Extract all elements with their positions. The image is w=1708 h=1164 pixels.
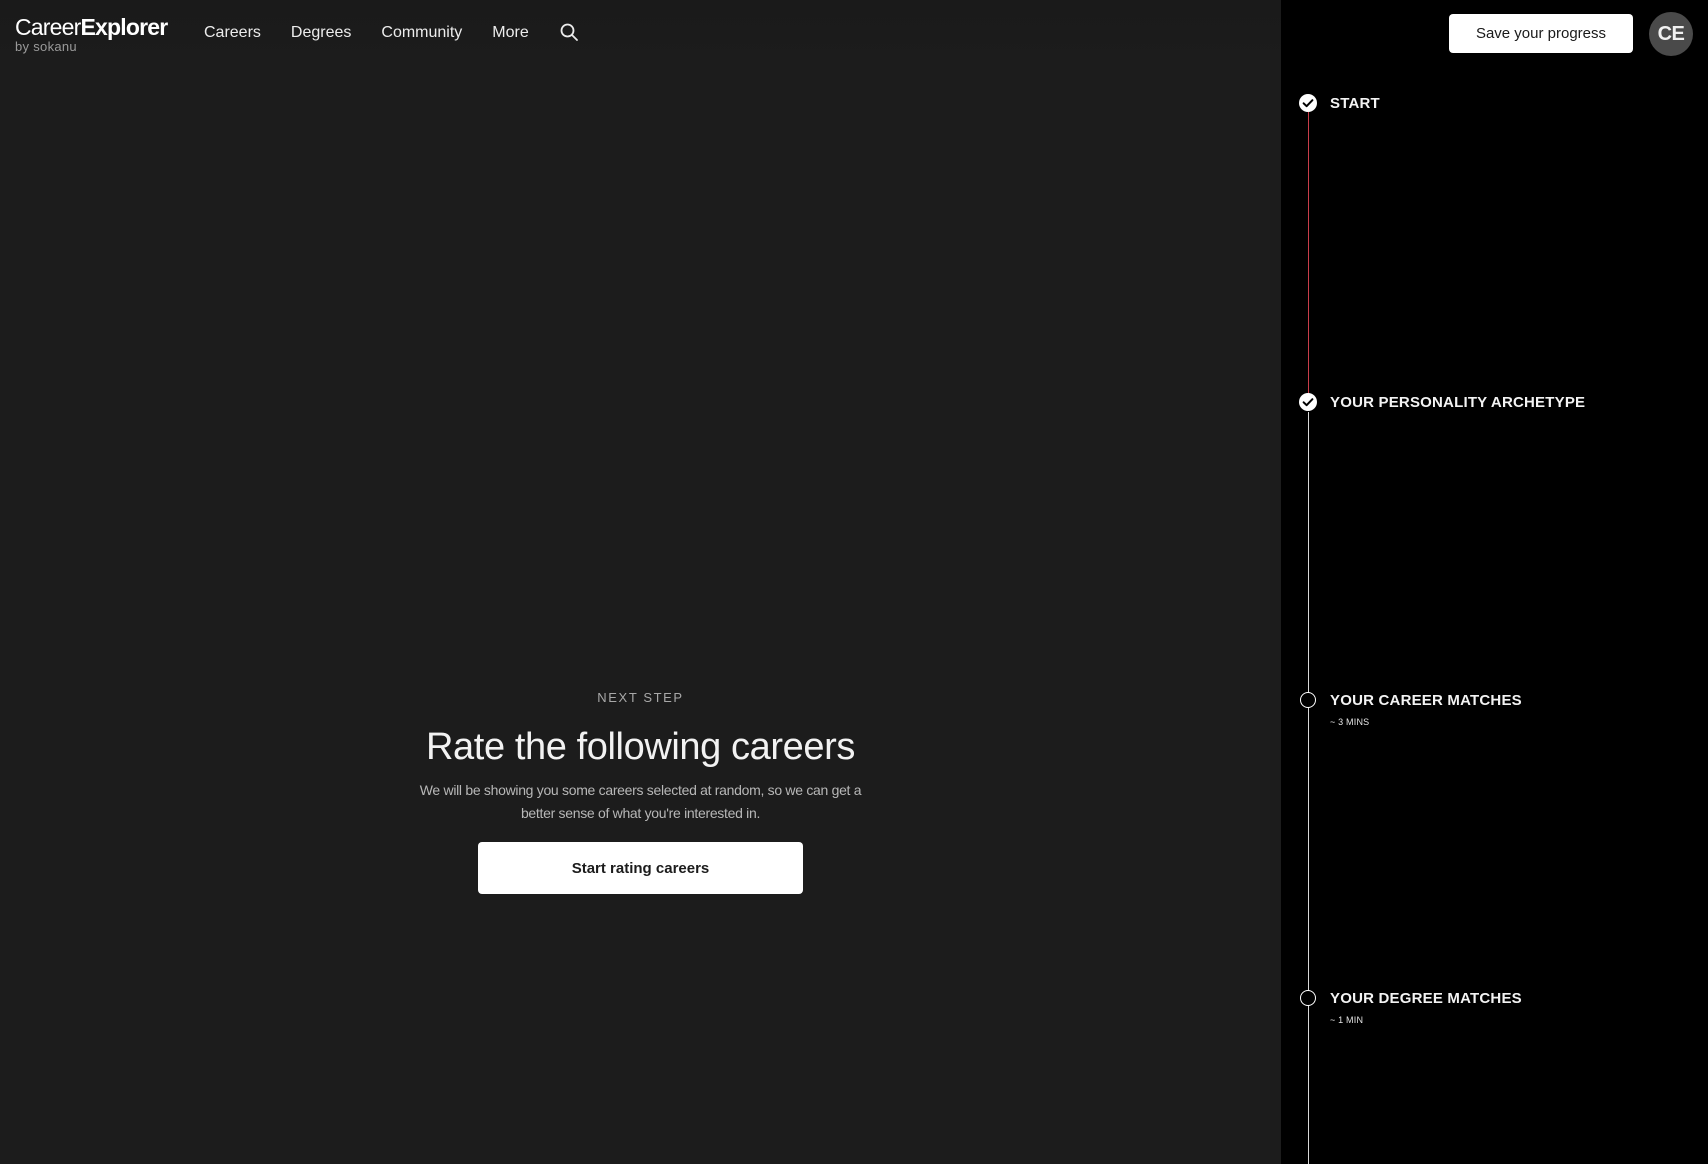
step-label: YOUR DEGREE MATCHES — [1330, 990, 1522, 1007]
search-icon[interactable] — [559, 22, 579, 42]
progress-sidebar: Save your progress CE START YOUR PERSONA… — [1281, 0, 1708, 1164]
nav-degrees[interactable]: Degrees — [291, 24, 351, 42]
nav-more[interactable]: More — [492, 24, 528, 42]
main-content: CareerExplorer by sokanu Careers Degrees… — [0, 0, 1281, 1164]
empty-circle-icon — [1300, 692, 1316, 708]
check-circle-icon — [1299, 94, 1317, 112]
logo-bold-text: Explorer — [80, 14, 169, 40]
step-label: YOUR CAREER MATCHES — [1330, 692, 1522, 709]
logo-light-text: Career — [15, 14, 81, 40]
step-label: START — [1330, 95, 1380, 112]
next-step-section: NEXT STEP Rate the following careers We … — [0, 690, 1281, 894]
save-progress-button[interactable]: Save your progress — [1449, 14, 1633, 53]
avatar[interactable]: CE — [1649, 12, 1693, 56]
step-duration: ~ 1 MIN — [1330, 1015, 1364, 1025]
check-circle-icon — [1299, 393, 1317, 411]
start-rating-careers-button[interactable]: Start rating careers — [478, 842, 803, 894]
timeline-line-remaining — [1308, 412, 1309, 1164]
page-title: Rate the following careers — [426, 726, 855, 768]
next-step-eyebrow: NEXT STEP — [597, 690, 684, 705]
step-label: YOUR PERSONALITY ARCHETYPE — [1330, 394, 1586, 411]
main-nav: Careers Degrees Community More — [204, 22, 579, 42]
top-navigation: CareerExplorer by sokanu Careers Degrees… — [0, 0, 1281, 68]
logo-subtext: by sokanu — [15, 39, 77, 54]
logo-wordmark: CareerExplorer — [15, 14, 169, 40]
nav-community[interactable]: Community — [381, 24, 462, 42]
nav-careers[interactable]: Careers — [204, 24, 261, 42]
logo[interactable]: CareerExplorer by sokanu — [15, 14, 169, 54]
page-description: We will be showing you some careers sele… — [419, 782, 862, 821]
step-duration: ~ 3 MINS — [1330, 717, 1370, 727]
empty-circle-icon — [1300, 990, 1316, 1006]
timeline-line-completed — [1308, 112, 1309, 400]
